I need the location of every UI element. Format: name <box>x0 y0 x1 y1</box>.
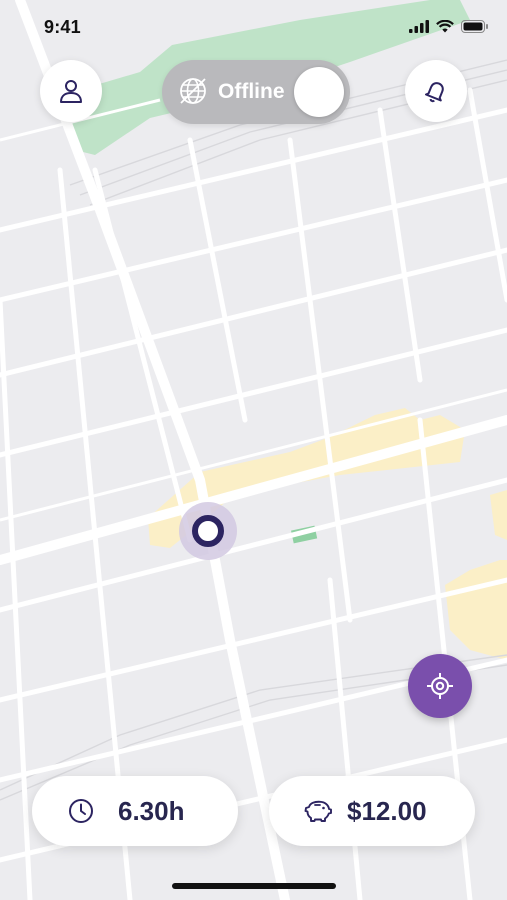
toggle-knob[interactable] <box>294 67 344 117</box>
online-status-toggle[interactable]: Offline <box>162 60 350 124</box>
current-location-marker <box>179 502 237 560</box>
status-time: 9:41 <box>44 17 81 37</box>
clock-icon <box>69 799 93 823</box>
earnings-value: $12.00 <box>347 795 427 826</box>
person-icon <box>60 80 82 103</box>
bell-icon <box>424 82 444 103</box>
status-bar: 9:41 <box>0 0 507 56</box>
crosshair-icon <box>427 673 453 699</box>
recenter-location-button[interactable] <box>408 654 472 718</box>
hours-value: 6.30h <box>118 795 185 826</box>
battery-icon <box>461 20 488 33</box>
hours-online-stat[interactable]: 6.30h <box>32 776 238 846</box>
earnings-stat[interactable]: $12.00 <box>269 776 475 846</box>
globe-icon <box>180 78 206 104</box>
piggy-bank-icon <box>304 800 332 822</box>
wifi-icon <box>436 20 454 33</box>
home-indicator <box>172 883 336 889</box>
status-icons <box>409 20 489 33</box>
cellular-signal-icon <box>409 20 429 33</box>
profile-button[interactable] <box>40 60 102 122</box>
toggle-status-label: Offline <box>218 80 285 103</box>
notifications-button[interactable] <box>405 60 467 122</box>
map-view[interactable] <box>0 0 507 900</box>
